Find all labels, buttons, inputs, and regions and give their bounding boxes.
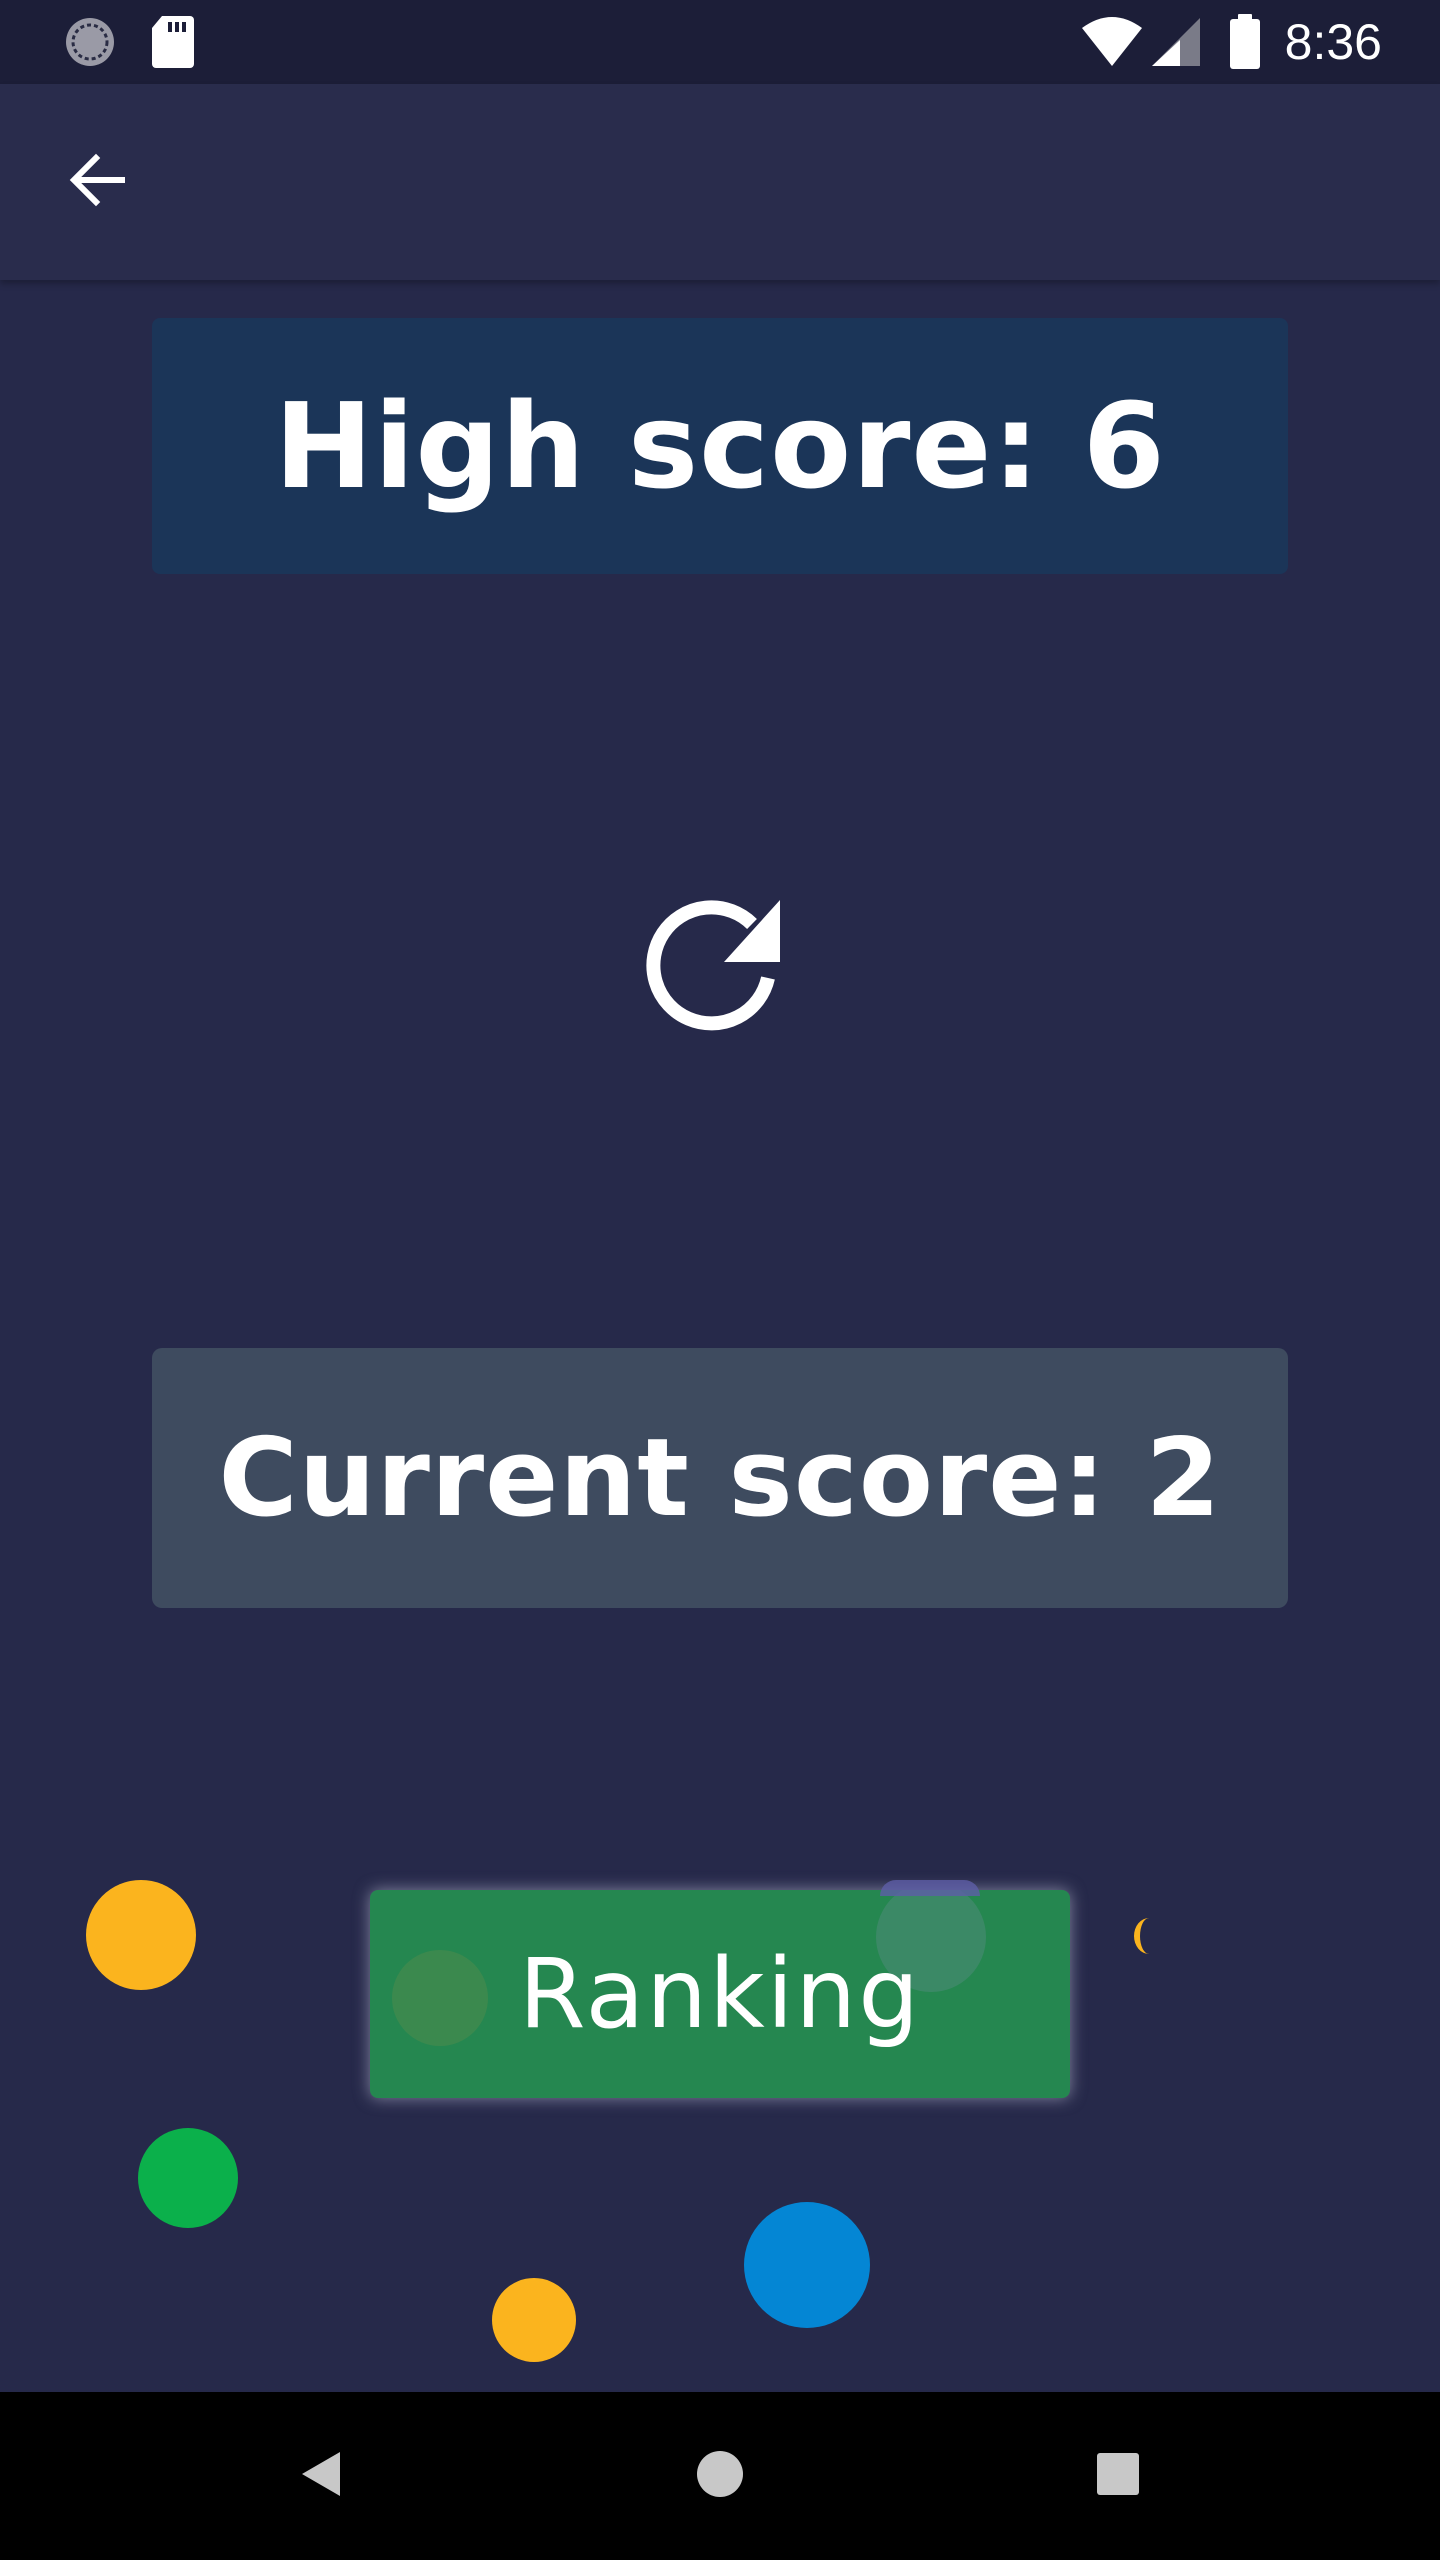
current-score-panel: Current score: 2: [152, 1348, 1288, 1608]
nav-home-icon: [694, 2448, 746, 2504]
decor-dot-blue: [744, 2202, 870, 2328]
current-score-text: Current score: 2: [218, 1415, 1222, 1541]
app-bar: [0, 84, 1440, 280]
decor-dot-yellow: [492, 2278, 576, 2362]
arrow-back-icon: [66, 148, 130, 216]
nav-recents-button[interactable]: [1034, 2392, 1202, 2560]
sync-icon: [62, 14, 118, 74]
sd-card-icon: [150, 14, 196, 74]
ranking-button-label: Ranking: [518, 1938, 922, 2050]
decor-dot-purple: [880, 1880, 980, 1896]
nav-home-button[interactable]: [636, 2392, 804, 2560]
high-score-text: High score: 6: [274, 377, 1166, 515]
decor-dot-yellow-small: [1134, 1918, 1164, 1954]
back-button[interactable]: [50, 134, 146, 230]
nav-back-icon: [296, 2448, 348, 2504]
nav-back-button[interactable]: [238, 2392, 406, 2560]
status-time: 8:36: [1284, 14, 1382, 70]
restart-button[interactable]: [624, 870, 816, 1062]
decor-dot-yellow: [86, 1880, 196, 1990]
nav-recents-icon: [1094, 2450, 1142, 2502]
decor-dot-faded: [392, 1950, 488, 2046]
cellular-signal-icon: [1150, 14, 1202, 74]
wifi-icon: [1080, 14, 1144, 74]
battery-icon: [1228, 14, 1262, 74]
decor-dot-green: [138, 2128, 238, 2228]
status-bar: 8:36: [0, 0, 1440, 84]
high-score-panel: High score: 6: [152, 318, 1288, 574]
ranking-button[interactable]: Ranking: [370, 1890, 1070, 2098]
navigation-bar: [0, 2392, 1440, 2560]
restart-icon: [640, 884, 800, 1048]
